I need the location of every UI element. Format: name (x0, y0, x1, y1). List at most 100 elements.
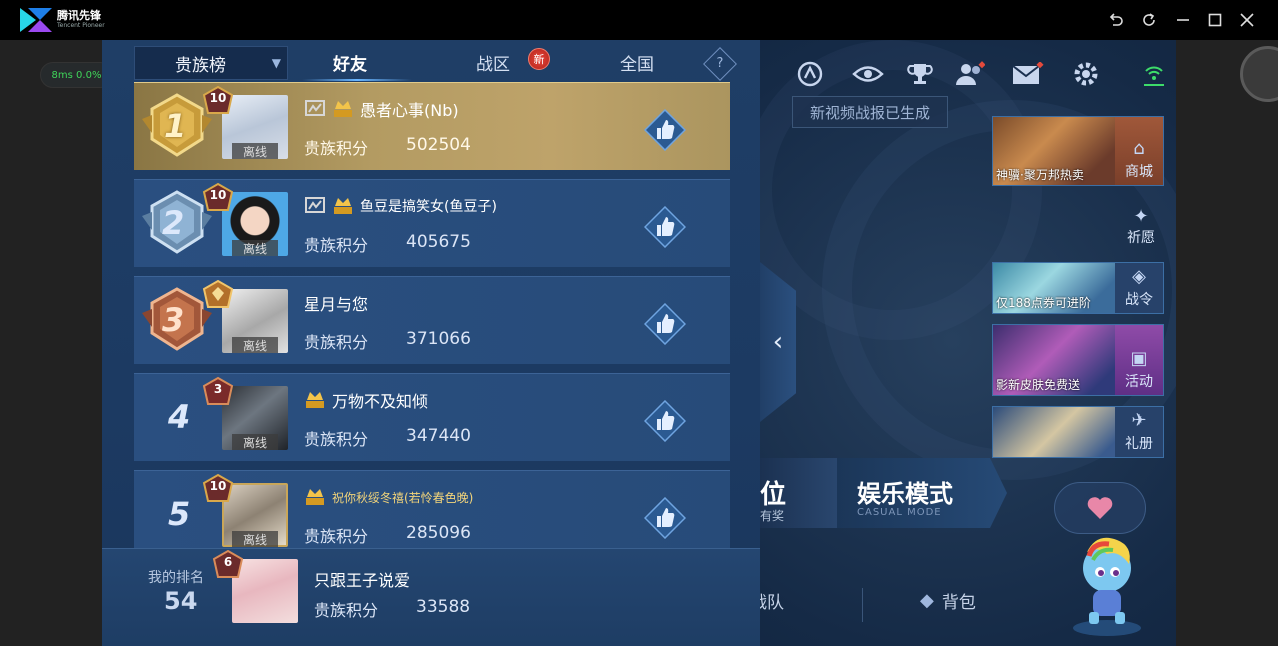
casual-mode-sub: CASUAL MODE (857, 507, 942, 518)
brand-subtitle: Tencent Pioneer (57, 22, 105, 29)
offline-status: 离线 (232, 434, 278, 450)
tab-national[interactable]: 全国 (620, 50, 654, 75)
wish-star-icon: ✦ (1133, 206, 1149, 227)
noble-level: 10 (209, 91, 227, 105)
player-name: 愚者心事(Nb) (360, 101, 459, 120)
player-name: 星月与您 (304, 295, 369, 314)
noble-level: 10 (209, 188, 227, 202)
player-avatar[interactable]: 离线 3 (202, 376, 288, 452)
promo-gift-book[interactable]: ✈ 礼册 (992, 406, 1164, 458)
noble-level-badge: 10 (202, 473, 234, 503)
player-avatar[interactable]: 离线 10 (202, 85, 288, 161)
score-value: 371066 (406, 329, 471, 349)
promo-side-label: ▣ 活动 (1115, 325, 1163, 395)
mail-icon[interactable] (1012, 60, 1044, 88)
leaderboard-row[interactable]: 3 离线 星月与您 贵族积分 371066 (134, 276, 730, 364)
score-value: 502504 (406, 135, 471, 155)
board-type-label: 贵族榜 (175, 55, 226, 76)
leaderboard-row[interactable]: 1 离线 10 愚者心事(Nb) 贵族积分 502504 (134, 82, 730, 170)
promo-side-label: ⌂ 商城 (1115, 117, 1163, 185)
ranked-mode-button[interactable]: 位 有奖 (760, 458, 850, 528)
promo-shop[interactable]: 神骥·聚万邦热卖 ⌂ 商城 (992, 116, 1164, 186)
like-thumb-icon[interactable] (644, 303, 686, 345)
bag-nav-label: 背包 (941, 592, 976, 613)
svip-crown-icon (334, 101, 352, 117)
score-label: 贵族积分 (304, 527, 369, 546)
promo-caption: 神骥·聚万邦热卖 (996, 168, 1084, 182)
board-type-dropdown[interactable]: 贵族榜 ▼ (134, 46, 288, 80)
replay-icon[interactable] (794, 60, 826, 88)
score-label: 贵族积分 (304, 139, 369, 158)
score-value: 405675 (406, 232, 471, 252)
promo-gift-book-image (993, 407, 1117, 457)
frame-icon (305, 197, 325, 213)
rank-number: 3 (162, 301, 185, 339)
casual-mode-button[interactable]: 娱乐模式 CASUAL MODE (837, 458, 1007, 528)
my-rank-label: 我的排名 (148, 570, 204, 586)
pet-character[interactable] (1067, 528, 1147, 638)
like-thumb-icon[interactable] (644, 206, 686, 248)
friends-icon[interactable] (954, 60, 986, 88)
promo-activity[interactable]: 影新皮肤免费送 ▣ 活动 (992, 324, 1164, 396)
score-value: 285096 (406, 523, 471, 543)
maximize-icon[interactable] (1205, 10, 1225, 30)
emulator-right-bar (1176, 40, 1278, 646)
promo-battle-pass[interactable]: 仅188点券可进阶 ◈ 战令 (992, 262, 1164, 314)
svip-crown-icon (306, 392, 324, 408)
player-avatar[interactable]: 离线 (202, 279, 288, 355)
noble-level: 6 (223, 555, 233, 569)
tab-friends[interactable]: 好友 (333, 50, 367, 75)
rank-number: 5 (168, 495, 191, 533)
noble-level-badge: 3 (202, 376, 234, 406)
my-score-value: 33588 (416, 597, 471, 617)
tab-region[interactable]: 战区 (476, 50, 510, 75)
minimize-icon[interactable] (1173, 10, 1193, 30)
like-thumb-icon[interactable] (644, 497, 686, 539)
chevron-left-icon: ‹ (772, 327, 784, 357)
svip-crown-icon (306, 489, 324, 505)
nav-divider (862, 588, 863, 622)
leaderboard-row[interactable]: 2 离线 10 鱼豆是搞笑女(鱼豆子) 贵族积分 405675 (134, 179, 730, 267)
my-avatar[interactable]: 6 (212, 549, 298, 625)
offline-status: 离线 (232, 143, 278, 159)
ranked-mode-title: 位 (760, 480, 787, 510)
casual-mode-title: 娱乐模式 (857, 480, 953, 508)
score-value: 347440 (406, 426, 471, 446)
promo-side-label: ◈ 战令 (1115, 263, 1163, 313)
bag-nav[interactable]: ◆ 背包 (920, 580, 976, 620)
player-name: 鱼豆是搞笑女(鱼豆子) (360, 199, 497, 215)
score-label: 贵族积分 (314, 601, 379, 620)
promo-side-text: 活动 (1125, 374, 1153, 390)
wish-button[interactable]: ✦ 祈愿 (1118, 206, 1164, 250)
spectate-eye-icon[interactable] (852, 60, 884, 88)
close-icon[interactable] (1237, 10, 1257, 30)
like-thumb-icon[interactable] (644, 109, 686, 151)
brand-name: 腾讯先锋 (57, 9, 101, 22)
back-icon[interactable] (1106, 10, 1126, 30)
player-avatar[interactable]: 离线 10 (202, 473, 288, 549)
game-viewport: 新视频战报已生成 神骥·聚万邦热卖 ⌂ 商城 ✦ 祈愿 仅188点券可进阶 ◈ … (102, 40, 1176, 646)
player-name: 万物不及知倾 (332, 392, 429, 411)
emulator-left-bar (0, 40, 102, 646)
score-label: 贵族积分 (304, 430, 369, 449)
noble-level: 3 (213, 382, 223, 396)
promo-caption: 影新皮肤免费送 (996, 378, 1081, 392)
settings-gear-icon[interactable] (1070, 60, 1102, 88)
new-badge: 新 (528, 48, 550, 70)
refresh-icon[interactable] (1139, 10, 1159, 30)
rank-number: 4 (168, 398, 191, 436)
video-report-notice[interactable]: 新视频战报已生成 (792, 96, 948, 128)
leaderboard-row[interactable]: 5 离线 10 祝你秋绥冬禧(若怜春色晚) 贵族积分 285096 (134, 470, 730, 558)
leaderboard-row[interactable]: 4 离线 3 万物不及知倾 贵族积分 347440 (134, 373, 730, 461)
wifi-signal-icon (1138, 60, 1170, 88)
help-icon[interactable]: ? (703, 47, 737, 81)
chevron-down-icon: ▼ (271, 56, 281, 70)
player-avatar[interactable]: 离线 10 (202, 182, 288, 258)
heart-icon (1087, 497, 1113, 519)
like-thumb-icon[interactable] (644, 400, 686, 442)
rank-number: 2 (162, 204, 185, 242)
score-label: 贵族积分 (304, 236, 369, 255)
my-rank-number: 54 (164, 587, 198, 615)
favorite-heart-button[interactable] (1054, 482, 1146, 534)
trophy-icon[interactable] (904, 60, 936, 88)
